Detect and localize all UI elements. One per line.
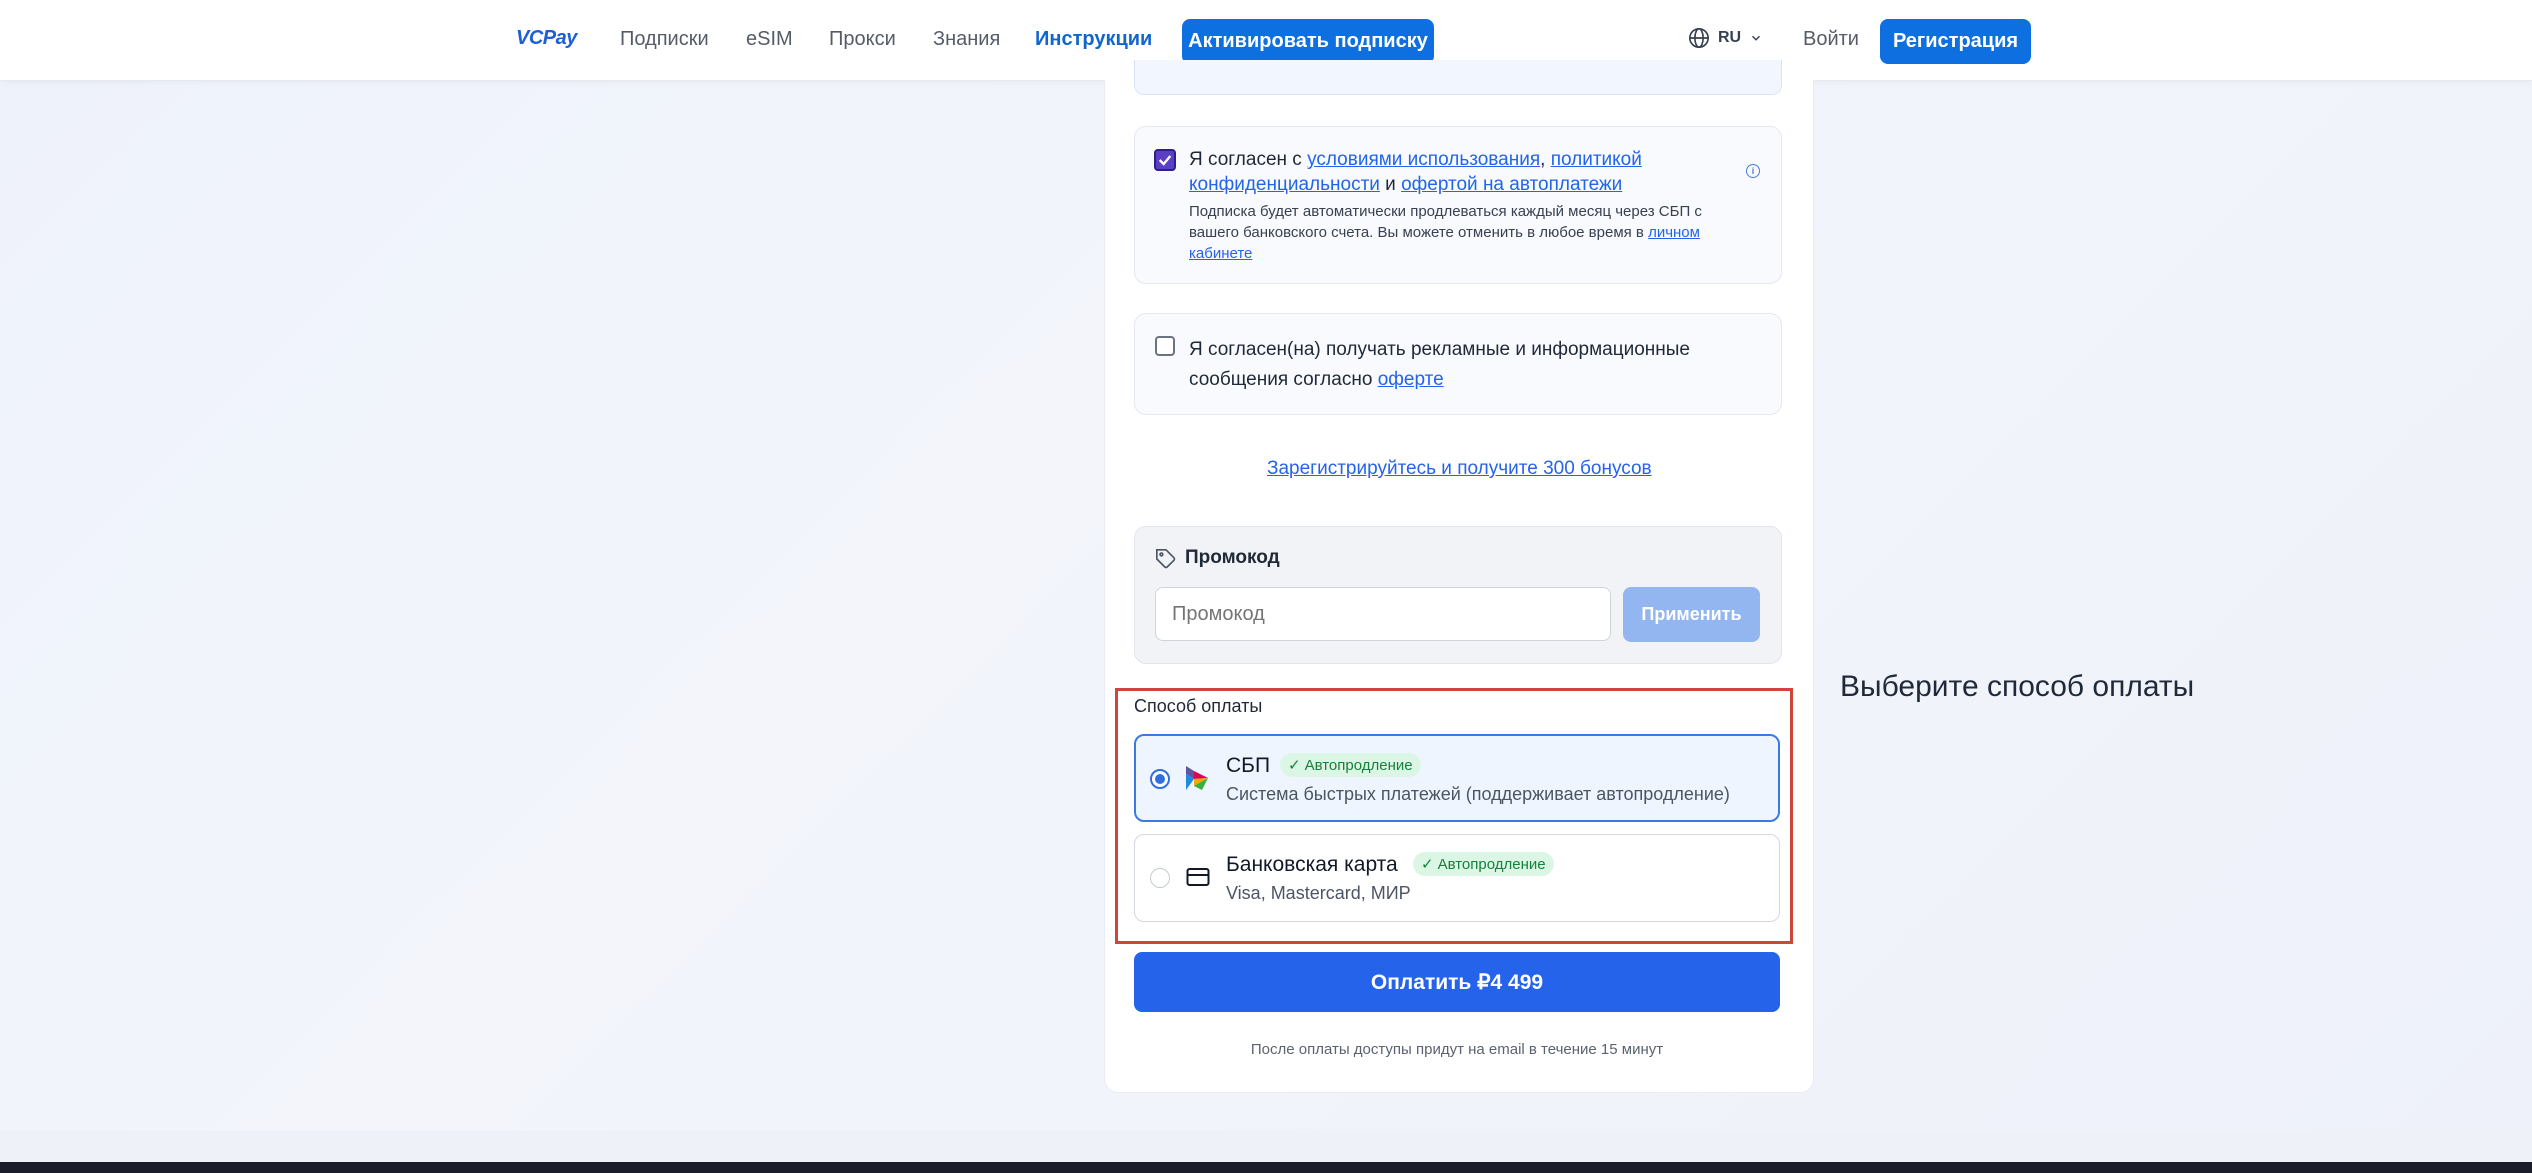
- login-link[interactable]: Войти: [1803, 28, 1859, 51]
- autorenew-note-text: Подписка будет автоматически продлеватьс…: [1189, 203, 1702, 241]
- nav-instructions[interactable]: Инструкции: [1035, 28, 1152, 51]
- sbp-icon: [1186, 766, 1208, 790]
- autorenew-note: Подписка будет автоматически продлеватьс…: [1189, 201, 1749, 264]
- terms-checkbox[interactable]: [1154, 149, 1176, 171]
- payment-option-card[interactable]: [1134, 834, 1780, 922]
- sbp-radio[interactable]: [1150, 769, 1170, 789]
- previous-section-box: [1134, 60, 1782, 95]
- nav-knowledge[interactable]: Знания: [933, 28, 1000, 51]
- info-icon[interactable]: i: [1746, 164, 1760, 178]
- sbp-name: СБП: [1226, 754, 1271, 777]
- instruction-hint: Выберите способ оплаты: [1840, 670, 2195, 703]
- autopay-offer-link[interactable]: офертой на автоплатежи: [1401, 174, 1622, 195]
- promo-code-label: Промокод: [1185, 547, 1280, 568]
- pay-button[interactable]: Оплатить ₽4 499: [1134, 952, 1780, 1012]
- card-name: Банковская карта: [1226, 853, 1398, 876]
- language-selector[interactable]: RU: [1688, 27, 1763, 49]
- offer-link[interactable]: оферте: [1378, 369, 1444, 390]
- register-bonus-link[interactable]: Зарегистрируйтесь и получите 300 бонусов: [1267, 458, 1652, 480]
- chevron-down-icon: [1752, 35, 1761, 41]
- marketing-agreement-text: Я согласен(на) получать рекламные и инфо…: [1189, 335, 1709, 395]
- footer: [0, 1162, 2532, 1173]
- sbp-badge-text: Автопродление: [1304, 756, 1413, 774]
- apply-promo-button[interactable]: Применить: [1623, 587, 1760, 642]
- promo-code-input[interactable]: [1155, 587, 1611, 641]
- payment-method-title: Способ оплаты: [1134, 696, 1263, 716]
- check-icon: ✓: [1421, 856, 1434, 873]
- card-radio[interactable]: [1150, 868, 1170, 888]
- language-code: RU: [1718, 29, 1742, 46]
- logo[interactable]: VCPay: [516, 27, 577, 50]
- credit-card-icon: [1186, 868, 1210, 886]
- comma-text: ,: [1540, 149, 1546, 170]
- checkmark-icon: [1158, 155, 1172, 166]
- delivery-note: После оплаты доступы придут на email в т…: [1250, 1041, 1664, 1058]
- card-badge-text: Автопродление: [1437, 855, 1546, 873]
- marketing-checkbox[interactable]: [1155, 336, 1175, 356]
- globe-icon: [1689, 28, 1709, 48]
- card-description: Visa, Mastercard, МИР: [1226, 883, 1411, 903]
- terms-agreement-text: Я согласен с условиями использования, по…: [1189, 147, 1709, 197]
- tag-icon: [1156, 549, 1176, 569]
- register-button[interactable]: Регистрация: [1880, 19, 2031, 64]
- nav-esim[interactable]: eSIM: [746, 28, 793, 51]
- check-icon: ✓: [1288, 757, 1301, 774]
- sbp-description: Система быстрых платежей (поддерживает а…: [1226, 784, 1730, 804]
- terms-of-use-link[interactable]: условиями использования: [1307, 149, 1540, 170]
- nav-proxy[interactable]: Прокси: [829, 28, 896, 51]
- terms-prefix: Я согласен с: [1189, 149, 1308, 170]
- payment-option-sbp[interactable]: [1134, 734, 1780, 822]
- nav-subscriptions[interactable]: Подписки: [620, 28, 709, 51]
- activate-subscription-button[interactable]: Активировать подписку: [1182, 19, 1434, 64]
- sbp-autorenew-badge: ✓ Автопродление: [1280, 753, 1421, 777]
- card-autorenew-badge: ✓ Автопродление: [1413, 852, 1554, 876]
- and-text: и: [1379, 174, 1402, 195]
